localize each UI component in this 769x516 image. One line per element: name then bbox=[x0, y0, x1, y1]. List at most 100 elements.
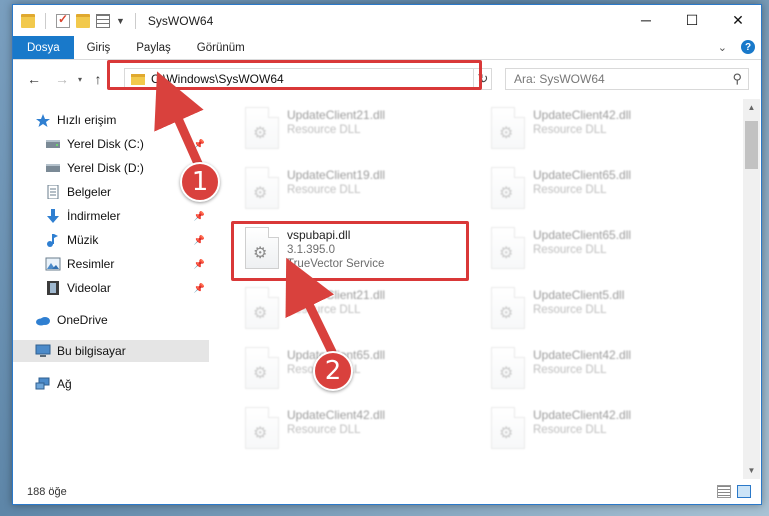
sidebar-item-videos[interactable]: Videolar 📌 bbox=[13, 277, 209, 299]
sidebar-item-network[interactable]: Ağ bbox=[13, 373, 209, 395]
list-item[interactable]: ⚙ UpdateClient21.dll Resource DLL bbox=[245, 103, 480, 153]
search-icon[interactable]: ⚲ bbox=[732, 71, 742, 87]
sidebar-item-pictures[interactable]: Resimler 📌 bbox=[13, 253, 209, 275]
scroll-down-icon[interactable]: ▼ bbox=[743, 462, 760, 479]
new-folder-icon[interactable] bbox=[76, 13, 90, 28]
tab-file[interactable]: Dosya bbox=[13, 36, 74, 59]
pin-icon[interactable]: 📌 bbox=[194, 139, 205, 150]
vertical-scrollbar[interactable]: ▲ ▼ bbox=[743, 99, 760, 479]
tab-view[interactable]: Görünüm bbox=[184, 36, 258, 59]
scrollbar-thumb[interactable] bbox=[745, 121, 758, 169]
sidebar-item-label: Videolar bbox=[67, 281, 111, 295]
cloud-icon bbox=[35, 313, 51, 327]
dll-file-icon: ⚙ bbox=[491, 407, 525, 449]
sidebar-item-label: Müzik bbox=[67, 233, 99, 247]
properties-icon[interactable] bbox=[96, 13, 110, 28]
drive-icon bbox=[45, 161, 61, 175]
sidebar-item-label: OneDrive bbox=[57, 313, 108, 327]
list-item[interactable]: ⚙ UpdateClient42.dll Resource DLL bbox=[491, 403, 726, 453]
details-view-icon[interactable] bbox=[717, 485, 731, 498]
tab-home[interactable]: Giriş bbox=[74, 36, 124, 59]
documents-icon bbox=[45, 184, 61, 200]
navigation-pane: Hızlı erişim Yerel Disk (C:) 📌 Yerel Dis… bbox=[13, 99, 209, 474]
list-item[interactable]: ⚙ UpdateClient42.dll Resource DLL bbox=[491, 343, 726, 393]
dll-file-icon: ⚙ bbox=[491, 167, 525, 209]
close-button[interactable]: ✕ bbox=[715, 5, 761, 35]
list-item[interactable]: ⚙ UpdateClient42.dll Resource DLL bbox=[245, 403, 480, 453]
sidebar-item-label: Yerel Disk (D:) bbox=[67, 161, 144, 175]
sidebar-item-music[interactable]: Müzik 📌 bbox=[13, 229, 209, 251]
chevron-down-icon[interactable]: ⌄ bbox=[718, 41, 727, 54]
folder-icon bbox=[21, 13, 35, 28]
dll-file-icon: ⚙ bbox=[245, 287, 279, 329]
properties-check-icon[interactable] bbox=[56, 12, 70, 28]
recent-locations-icon[interactable]: ▾ bbox=[73, 75, 87, 84]
scroll-up-icon[interactable]: ▲ bbox=[743, 99, 760, 116]
drive-icon bbox=[45, 137, 61, 151]
file-list: ⚙ UpdateClient21.dll Resource DLL ⚙ Updat… bbox=[221, 99, 743, 474]
sidebar-item-label: Ağ bbox=[57, 377, 72, 391]
pin-icon[interactable]: 📌 bbox=[194, 283, 205, 294]
file-description: Resource DLL bbox=[533, 244, 607, 256]
maximize-button[interactable]: ☐ bbox=[669, 5, 715, 35]
sidebar-item-onedrive[interactable]: OneDrive bbox=[13, 309, 209, 331]
file-name: UpdateClient21.dll bbox=[287, 288, 386, 302]
title-bar: ▼ SysWOW64 ─ ☐ ✕ bbox=[13, 5, 761, 36]
videos-icon bbox=[45, 281, 61, 295]
tab-share[interactable]: Paylaş bbox=[123, 36, 184, 59]
sidebar-item-downloads[interactable]: İndirmeler 📌 bbox=[13, 205, 209, 227]
file-name: UpdateClient42.dll bbox=[533, 108, 632, 122]
gear-icon: ⚙ bbox=[499, 125, 514, 142]
file-description: Resource DLL bbox=[533, 424, 607, 436]
tiles-view-icon[interactable] bbox=[737, 485, 751, 498]
list-item[interactable]: ⚙ UpdateClient19.dll Resource DLL bbox=[245, 163, 480, 213]
chevron-down-icon[interactable]: ▼ bbox=[116, 16, 125, 26]
minimize-button[interactable]: ─ bbox=[623, 5, 669, 35]
gear-icon: ⚙ bbox=[499, 245, 514, 262]
gear-icon: ⚙ bbox=[499, 305, 514, 322]
sidebar-item-this-pc[interactable]: Bu bilgisayar bbox=[13, 340, 209, 362]
view-switcher bbox=[717, 485, 751, 498]
pin-icon[interactable]: 📌 bbox=[194, 235, 205, 246]
sidebar-item-quick-access[interactable]: Hızlı erişim bbox=[13, 109, 209, 131]
gear-icon: ⚙ bbox=[253, 365, 268, 382]
file-name: UpdateClient19.dll bbox=[287, 168, 386, 182]
divider bbox=[134, 12, 136, 29]
gear-icon: ⚙ bbox=[499, 425, 514, 442]
gear-icon: ⚙ bbox=[253, 125, 268, 142]
gear-icon: ⚙ bbox=[499, 185, 514, 202]
list-item[interactable]: ⚙ UpdateClient65.dllResource DLL bbox=[245, 343, 480, 393]
list-item[interactable]: ⚙ UpdateClient65.dll Resource DLL bbox=[491, 223, 726, 273]
quick-access-toolbar: ▼ SysWOW64 bbox=[21, 12, 213, 29]
computer-icon bbox=[35, 344, 51, 358]
file-name: UpdateClient65.dll bbox=[533, 168, 632, 182]
search-input[interactable]: Ara: SysWOW64 ⚲ bbox=[505, 68, 749, 90]
forward-arrow-icon[interactable]: → bbox=[51, 71, 73, 87]
gear-icon: ⚙ bbox=[253, 185, 268, 202]
pin-icon[interactable]: 📌 bbox=[194, 259, 205, 270]
dll-file-icon: ⚙ bbox=[245, 167, 279, 209]
list-item[interactable]: ⚙ UpdateClient65.dllResource DLL bbox=[491, 163, 726, 213]
list-item[interactable]: ⚙ UpdateClient21.dll Resource DLL bbox=[245, 283, 480, 333]
sidebar-item-local-disk-d[interactable]: Yerel Disk (D:) bbox=[13, 157, 209, 179]
divider bbox=[45, 12, 46, 29]
dll-file-icon: ⚙ bbox=[491, 227, 525, 269]
dll-file-icon: ⚙ bbox=[491, 107, 525, 149]
file-name: UpdateClient65.dll bbox=[533, 228, 632, 242]
sidebar-item-label: Belgeler bbox=[67, 185, 112, 199]
up-arrow-icon[interactable]: ↑ bbox=[87, 71, 109, 87]
list-item[interactable]: ⚙ UpdateClient42.dll Resource DLL bbox=[491, 103, 726, 153]
list-item[interactable]: ⚙ UpdateClient5.dll Resource DLL bbox=[491, 283, 726, 333]
pin-icon[interactable]: 📌 bbox=[194, 211, 205, 222]
download-icon bbox=[45, 209, 61, 223]
help-icon[interactable]: ? bbox=[741, 40, 755, 54]
sidebar-item-local-disk-c[interactable]: Yerel Disk (C:) 📌 bbox=[13, 133, 209, 155]
sidebar-item-label: Hızlı erişim bbox=[57, 113, 117, 127]
gear-icon: ⚙ bbox=[253, 425, 268, 442]
file-name: UpdateClient5.dll bbox=[533, 288, 625, 302]
music-icon bbox=[45, 233, 61, 247]
file-description: Resource DLL bbox=[287, 304, 361, 316]
status-bar: 188 öğe bbox=[13, 480, 761, 504]
back-arrow-icon[interactable]: ← bbox=[23, 71, 45, 87]
network-icon bbox=[35, 377, 51, 391]
